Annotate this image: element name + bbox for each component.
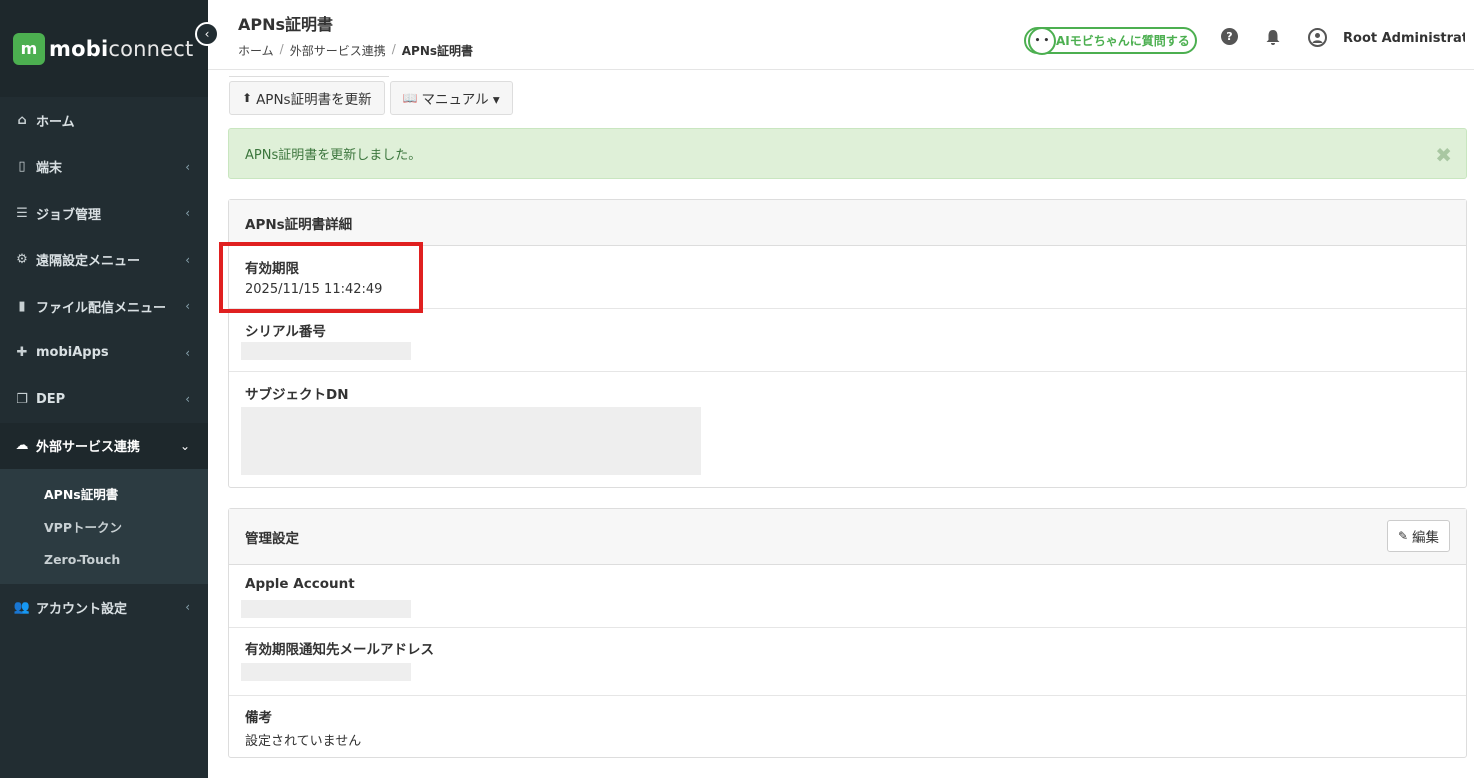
sidebar-subitem-vpp[interactable]: VPPトークン bbox=[0, 510, 208, 543]
puzzle-icon: ✚ bbox=[16, 345, 28, 361]
sidebar-collapse-button[interactable]: ‹ bbox=[195, 22, 219, 46]
cloud-icon: ☁ bbox=[15, 438, 29, 454]
sidebar-item-label: 遠隔設定メニュー bbox=[36, 254, 141, 270]
breadcrumb-external-services[interactable]: 外部サービス連携 bbox=[290, 42, 386, 59]
serial-label: シリアル番号 bbox=[245, 324, 326, 340]
serial-value-redacted bbox=[241, 342, 411, 360]
panel-header: 管理設定 ✎ 編集 bbox=[229, 509, 1466, 565]
sidebar-subitem-apns[interactable]: APNs証明書 bbox=[0, 477, 208, 510]
sidebar-subitem-zero-touch[interactable]: Zero-Touch bbox=[0, 543, 208, 576]
apple-account-row: Apple Account bbox=[229, 565, 1466, 628]
notes-row: 備考 設定されていません bbox=[229, 696, 1466, 757]
page-title: APNs証明書 bbox=[238, 15, 334, 34]
toolbar: ⬆ APNs証明書を更新 📖 マニュアル ▾ bbox=[229, 81, 513, 115]
server-icon: ☰ bbox=[16, 205, 28, 221]
breadcrumb-separator: / bbox=[279, 42, 284, 56]
file-icon: ▮ bbox=[18, 298, 26, 314]
breadcrumb: ホーム / 外部サービス連携 / APNs証明書 bbox=[238, 42, 473, 59]
sidebar-item-label: 端末 bbox=[36, 161, 63, 177]
update-certificate-button[interactable]: ⬆ APNs証明書を更新 bbox=[229, 81, 385, 115]
chevron-left-icon: ‹ bbox=[185, 159, 190, 174]
sidebar-item-label: 外部サービス連携 bbox=[36, 440, 141, 456]
expiry-highlight-box bbox=[219, 242, 423, 313]
notes-value: 設定されていません bbox=[245, 734, 362, 749]
subject-dn-row: サブジェクトDN bbox=[229, 372, 1466, 487]
sidebar-item-label: mobiApps bbox=[36, 345, 109, 361]
apple-account-label: Apple Account bbox=[245, 576, 355, 592]
sidebar-item-label: ホーム bbox=[36, 114, 75, 130]
edit-icon: ✎ bbox=[1397, 529, 1408, 543]
panel-title: 管理設定 bbox=[245, 530, 299, 547]
serial-row: シリアル番号 bbox=[229, 309, 1466, 372]
management-settings-panel: 管理設定 ✎ 編集 Apple Account 有効期限通知先メールアドレス 備… bbox=[228, 508, 1467, 758]
chevron-left-icon: ‹ bbox=[204, 27, 210, 41]
sidebar: m mobiconnect ‹ ⌂ ホーム ▯ 端末 ‹ ☰ ジョブ管理 ‹ ⚙… bbox=[0, 0, 219, 778]
device-icon: ▯ bbox=[18, 159, 26, 175]
toolbar-divider bbox=[229, 76, 389, 77]
sidebar-item-jobs[interactable]: ☰ ジョブ管理 ‹ bbox=[0, 190, 208, 237]
alert-message: APNs証明書を更新しました。 bbox=[245, 148, 422, 163]
chevron-left-icon: ‹ bbox=[185, 206, 190, 221]
sidebar-item-home[interactable]: ⌂ ホーム bbox=[0, 97, 208, 144]
sidebar-menu: ⌂ ホーム ▯ 端末 ‹ ☰ ジョブ管理 ‹ ⚙ 遠隔設定メニュー ‹ ▮ ファ… bbox=[0, 97, 208, 469]
notes-label: 備考 bbox=[245, 710, 272, 726]
sidebar-item-mobiapps[interactable]: ✚ mobiApps ‹ bbox=[0, 330, 208, 377]
upload-icon: ⬆ bbox=[242, 91, 253, 105]
notify-email-row: 有効期限通知先メールアドレス bbox=[229, 628, 1466, 696]
sidebar-item-account[interactable]: 👥 アカウント設定 ‹ bbox=[0, 584, 208, 631]
chevron-left-icon: ‹ bbox=[185, 345, 190, 360]
help-icon[interactable]: ? bbox=[1221, 28, 1238, 45]
copy-icon: ❐ bbox=[16, 391, 28, 407]
sidebar-item-label: ジョブ管理 bbox=[36, 207, 102, 223]
sidebar-item-remote-settings[interactable]: ⚙ 遠隔設定メニュー ‹ bbox=[0, 237, 208, 284]
sidebar-item-external-services[interactable]: ☁ 外部サービス連携 ⌄ bbox=[0, 422, 208, 469]
manual-dropdown-button[interactable]: 📖 マニュアル ▾ bbox=[389, 81, 513, 115]
ai-mascot-icon: • • bbox=[1028, 27, 1056, 55]
brand-name: mobiconnect bbox=[49, 36, 194, 61]
user-avatar-icon[interactable] bbox=[1308, 28, 1327, 47]
sidebar-item-label: ファイル配信メニュー bbox=[36, 300, 167, 316]
chevron-left-icon: ‹ bbox=[185, 600, 190, 615]
edit-button[interactable]: ✎ 編集 bbox=[1386, 520, 1450, 552]
breadcrumb-separator: / bbox=[391, 42, 396, 56]
chevron-left-icon: ‹ bbox=[185, 299, 190, 314]
brand[interactable]: m mobiconnect ‹ bbox=[0, 0, 219, 97]
sidebar-menu-bottom: 👥 アカウント設定 ‹ bbox=[0, 584, 208, 631]
sidebar-item-label: DEP bbox=[36, 391, 66, 407]
chevron-left-icon: ‹ bbox=[185, 252, 190, 267]
sidebar-item-device[interactable]: ▯ 端末 ‹ bbox=[0, 144, 208, 191]
sidebar-item-label: アカウント設定 bbox=[36, 601, 128, 617]
ai-assistant-button[interactable]: • • AIモビちゃんに質問する bbox=[1024, 27, 1197, 55]
breadcrumb-home[interactable]: ホーム bbox=[238, 42, 274, 59]
sidebar-item-file-delivery[interactable]: ▮ ファイル配信メニュー ‹ bbox=[0, 283, 208, 330]
header: APNs証明書 ホーム / 外部サービス連携 / APNs証明書 • • AIモ… bbox=[208, 0, 1474, 70]
close-icon[interactable]: ✖ bbox=[1435, 143, 1452, 167]
chevron-down-icon: ⌄ bbox=[179, 438, 190, 453]
cogs-icon: ⚙ bbox=[16, 252, 28, 268]
breadcrumb-current: APNs証明書 bbox=[401, 44, 474, 58]
subject-dn-value-redacted bbox=[241, 407, 701, 475]
apple-account-value-redacted bbox=[241, 600, 411, 618]
ai-assistant-label: AIモビちゃんに質問する bbox=[1056, 34, 1190, 48]
book-icon: 📖 bbox=[402, 91, 418, 105]
bell-icon[interactable] bbox=[1264, 28, 1282, 46]
sidebar-submenu-external-services: APNs証明書 VPPトークン Zero-Touch bbox=[0, 469, 208, 584]
users-icon: 👥 bbox=[13, 599, 31, 615]
success-alert: APNs証明書を更新しました。 ✖ bbox=[228, 128, 1467, 179]
brand-logo-icon: m bbox=[13, 32, 45, 65]
chevron-left-icon: ‹ bbox=[185, 392, 190, 407]
sidebar-item-dep[interactable]: ❐ DEP ‹ bbox=[0, 376, 208, 423]
subject-dn-label: サブジェクトDN bbox=[245, 387, 349, 403]
panel-title: APNs証明書詳細 bbox=[229, 200, 1466, 246]
home-icon: ⌂ bbox=[17, 112, 27, 128]
notify-email-value-redacted bbox=[241, 663, 411, 681]
user-menu[interactable]: Root Administrat... bbox=[1343, 31, 1465, 46]
notify-email-label: 有効期限通知先メールアドレス bbox=[245, 642, 434, 658]
